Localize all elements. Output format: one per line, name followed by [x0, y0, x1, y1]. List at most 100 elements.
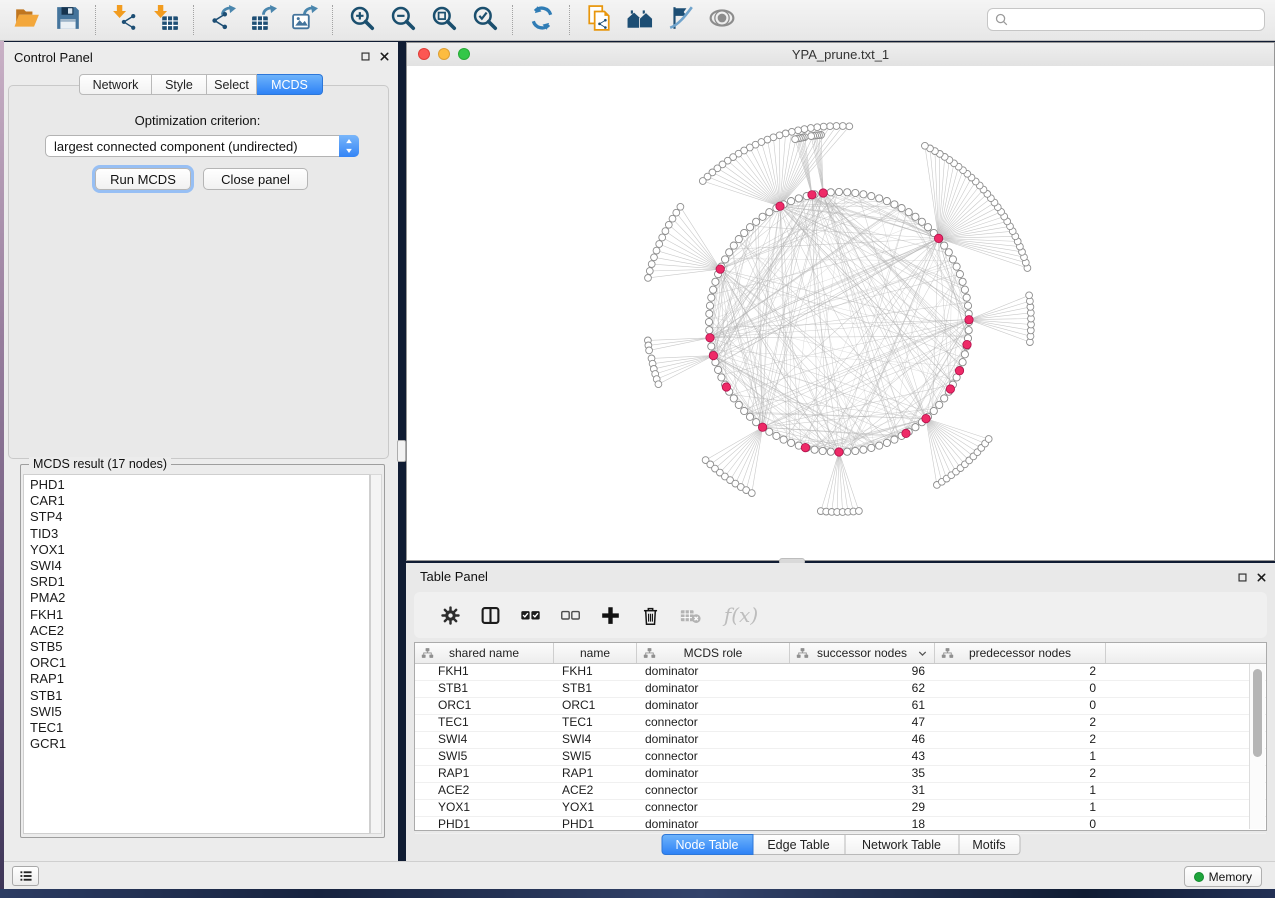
cell-predecessor-nodes[interactable]: 0 — [935, 681, 1106, 697]
float-panel-icon[interactable] — [1237, 572, 1248, 583]
vertical-splitter-handle[interactable] — [397, 440, 406, 462]
clone-network-button[interactable] — [578, 2, 619, 38]
cell-name[interactable]: TEC1 — [554, 715, 637, 731]
function-builder-button[interactable]: f(x) — [710, 597, 766, 633]
mcds-result-item[interactable]: SRD1 — [30, 574, 369, 590]
cell-predecessor-nodes[interactable]: 0 — [935, 817, 1106, 833]
cell-predecessor-nodes[interactable]: 1 — [935, 783, 1106, 799]
column-header-shared-name[interactable]: shared name — [415, 643, 554, 663]
dropdown-stepper-icon[interactable] — [339, 135, 359, 157]
cell-predecessor-nodes[interactable]: 2 — [935, 715, 1106, 731]
cell-shared-name[interactable]: TEC1 — [415, 715, 554, 731]
mcds-result-item[interactable]: FKH1 — [30, 607, 369, 623]
zoom-out-button[interactable] — [382, 2, 423, 38]
tab-node-table[interactable]: Node Table — [661, 834, 753, 855]
tab-network[interactable]: Network — [79, 74, 152, 95]
hide-selected-button[interactable] — [660, 2, 701, 38]
cell-name[interactable]: YOX1 — [554, 800, 637, 816]
cell-MCDS-role[interactable]: dominator — [637, 664, 790, 680]
cell-shared-name[interactable]: FKH1 — [415, 664, 554, 680]
column-header-MCDS-role[interactable]: MCDS role — [637, 643, 790, 663]
mcds-result-list[interactable]: PHD1CAR1STP4TID3YOX1SWI4SRD1PMA2FKH1ACE2… — [23, 474, 370, 834]
cell-name[interactable]: RAP1 — [554, 766, 637, 782]
tab-motifs[interactable]: Motifs — [959, 834, 1020, 855]
cell-predecessor-nodes[interactable]: 0 — [935, 698, 1106, 714]
cell-MCDS-role[interactable]: dominator — [637, 817, 790, 833]
cell-name[interactable]: PHD1 — [554, 817, 637, 833]
zoom-selected-button[interactable] — [464, 2, 505, 38]
column-header-name[interactable]: name — [554, 643, 637, 663]
tab-select[interactable]: Select — [207, 74, 257, 95]
deselect-all-button[interactable] — [550, 597, 590, 633]
cell-shared-name[interactable]: ACE2 — [415, 783, 554, 799]
cell-shared-name[interactable]: PHD1 — [415, 817, 554, 833]
cell-shared-name[interactable]: SWI4 — [415, 732, 554, 748]
cell-MCDS-role[interactable]: dominator — [637, 698, 790, 714]
mcds-result-item[interactable]: YOX1 — [30, 542, 369, 558]
tab-network-table[interactable]: Network Table — [845, 834, 959, 855]
cell-MCDS-role[interactable]: connector — [637, 715, 790, 731]
mcds-result-item[interactable]: STB5 — [30, 639, 369, 655]
mcds-result-item[interactable]: TEC1 — [30, 720, 369, 736]
table-scrollbar[interactable] — [1249, 664, 1265, 829]
mcds-result-item[interactable]: TID3 — [30, 526, 369, 542]
delete-table-button[interactable] — [670, 597, 710, 633]
close-panel-icon[interactable] — [379, 51, 390, 62]
cell-shared-name[interactable]: RAP1 — [415, 766, 554, 782]
cell-successor-nodes[interactable]: 43 — [790, 749, 935, 765]
cell-name[interactable]: SWI5 — [554, 749, 637, 765]
mcds-result-item[interactable]: RAP1 — [30, 671, 369, 687]
mcds-result-item[interactable]: PHD1 — [30, 477, 369, 493]
cell-predecessor-nodes[interactable]: 2 — [935, 766, 1106, 782]
table-row[interactable]: SWI5SWI5connector431 — [415, 749, 1266, 766]
tab-style[interactable]: Style — [152, 74, 207, 95]
cell-successor-nodes[interactable]: 61 — [790, 698, 935, 714]
table-row[interactable]: SWI4SWI4dominator462 — [415, 732, 1266, 749]
cell-name[interactable]: ACE2 — [554, 783, 637, 799]
cell-successor-nodes[interactable]: 29 — [790, 800, 935, 816]
search-box[interactable] — [987, 8, 1265, 31]
cell-predecessor-nodes[interactable]: 2 — [935, 664, 1106, 680]
cell-name[interactable]: FKH1 — [554, 664, 637, 680]
close-panel-button[interactable]: Close panel — [203, 168, 308, 190]
show-all-button[interactable] — [701, 2, 742, 38]
first-neighbors-button[interactable] — [619, 2, 660, 38]
cell-successor-nodes[interactable]: 31 — [790, 783, 935, 799]
cell-predecessor-nodes[interactable]: 1 — [935, 749, 1106, 765]
cell-successor-nodes[interactable]: 46 — [790, 732, 935, 748]
cell-shared-name[interactable]: STB1 — [415, 681, 554, 697]
select-all-button[interactable] — [510, 597, 550, 633]
cell-successor-nodes[interactable]: 47 — [790, 715, 935, 731]
memory-button[interactable]: Memory — [1184, 866, 1262, 887]
refresh-button[interactable] — [521, 2, 562, 38]
table-row[interactable]: YOX1YOX1connector291 — [415, 800, 1266, 817]
column-header-successor-nodes[interactable]: successor nodes — [790, 643, 935, 663]
float-panel-icon[interactable] — [360, 51, 371, 62]
open-file-button[interactable] — [6, 2, 47, 38]
mcds-result-item[interactable]: SWI4 — [30, 558, 369, 574]
zoom-in-button[interactable] — [341, 2, 382, 38]
export-image-button[interactable] — [284, 2, 325, 38]
mcds-result-item[interactable]: PMA2 — [30, 590, 369, 606]
cell-shared-name[interactable]: YOX1 — [415, 800, 554, 816]
mcds-result-item[interactable]: GCR1 — [30, 736, 369, 752]
cell-successor-nodes[interactable]: 62 — [790, 681, 935, 697]
result-list-scrollbar[interactable] — [370, 474, 382, 834]
mcds-result-item[interactable]: ORC1 — [30, 655, 369, 671]
table-settings-button[interactable] — [430, 597, 470, 633]
mcds-result-item[interactable]: CAR1 — [30, 493, 369, 509]
table-row[interactable]: FKH1FKH1dominator962 — [415, 664, 1266, 681]
add-column-button[interactable] — [590, 597, 630, 633]
cell-name[interactable]: STB1 — [554, 681, 637, 697]
cell-MCDS-role[interactable]: connector — [637, 749, 790, 765]
cell-MCDS-role[interactable]: connector — [637, 800, 790, 816]
run-mcds-button[interactable]: Run MCDS — [95, 168, 191, 190]
task-history-button[interactable] — [12, 866, 39, 886]
criterion-dropdown[interactable]: largest connected component (undirected) — [45, 135, 359, 157]
table-row[interactable]: STB1STB1dominator620 — [415, 681, 1266, 698]
mcds-result-item[interactable]: STP4 — [30, 509, 369, 525]
tab-mcds[interactable]: MCDS — [257, 74, 323, 95]
cell-MCDS-role[interactable]: connector — [637, 783, 790, 799]
mcds-result-item[interactable]: STB1 — [30, 688, 369, 704]
cell-shared-name[interactable]: SWI5 — [415, 749, 554, 765]
